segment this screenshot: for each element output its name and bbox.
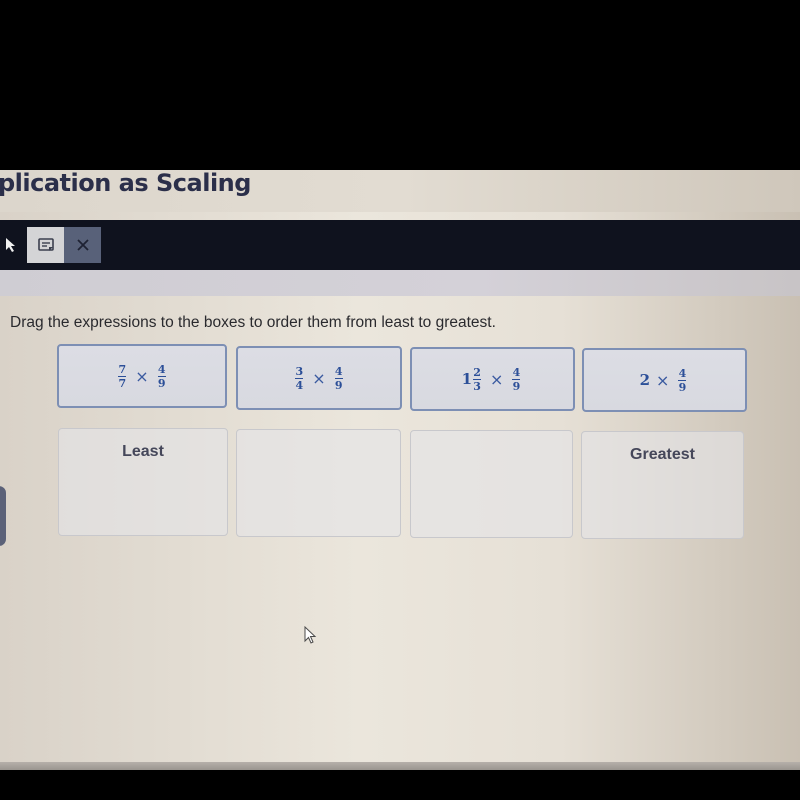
fraction: 4 9 [512, 365, 521, 393]
fraction: 3 4 [295, 364, 304, 392]
instruction-text: Drag the expressions to the boxes to ord… [10, 314, 496, 331]
times-sign: × [656, 370, 670, 390]
question-area: Drag the expressions to the boxes to ord… [0, 296, 800, 770]
drop-box-2[interactable] [236, 429, 401, 537]
pointer-tool-button[interactable] [0, 227, 22, 263]
close-icon [76, 239, 89, 251]
title-bar: plication as Scaling [0, 170, 800, 212]
close-button[interactable] [64, 227, 101, 263]
fraction: 4 9 [334, 364, 343, 392]
numerator: 4 [334, 364, 343, 378]
numerator: 3 [295, 364, 304, 378]
notepad-icon [37, 238, 54, 251]
side-tab[interactable] [0, 486, 6, 546]
expression-card[interactable]: 7 7 × 4 9 [57, 344, 227, 408]
whole-number: 2 [639, 371, 651, 389]
times-sign: × [490, 369, 504, 389]
notepad-button[interactable] [27, 227, 64, 263]
denominator: 9 [157, 376, 166, 390]
numerator: 4 [512, 365, 521, 379]
pointer-arrow-icon [6, 238, 15, 252]
expression-card[interactable]: 2 × 4 9 [582, 348, 747, 412]
fraction: 2 3 [473, 365, 482, 393]
denominator: 9 [678, 380, 687, 394]
drop-box-greatest[interactable]: Greatest [581, 431, 744, 539]
drop-box-label: Greatest [630, 446, 695, 463]
denominator: 9 [334, 378, 343, 392]
screen: plication as Scaling Drag the expression… [0, 170, 800, 770]
fraction: 4 9 [678, 366, 687, 394]
mouse-cursor-icon [304, 626, 317, 644]
denominator: 4 [295, 378, 304, 392]
toolbar [0, 220, 800, 270]
numerator: 2 [473, 365, 481, 379]
sub-toolbar [0, 270, 800, 296]
numerator: 4 [678, 366, 687, 380]
denominator: 7 [118, 376, 127, 390]
drop-box-3[interactable] [410, 430, 573, 538]
page-title: plication as Scaling [0, 169, 251, 197]
fraction: 4 9 [157, 362, 166, 390]
numerator: 4 [157, 362, 166, 376]
fraction: 7 7 [118, 362, 127, 390]
drop-box-label: Least [122, 443, 164, 460]
expression-card[interactable]: 3 4 × 4 9 [236, 346, 402, 410]
denominator: 9 [512, 379, 521, 393]
times-sign: × [135, 366, 149, 386]
denominator: 3 [473, 379, 481, 393]
times-sign: × [312, 368, 326, 388]
numerator: 7 [118, 362, 127, 376]
expression-card[interactable]: 1 2 3 × 4 9 [410, 347, 575, 411]
screen-bottom-edge [0, 762, 800, 770]
drop-box-least[interactable]: Least [58, 428, 228, 536]
whole-number: 1 [461, 370, 473, 388]
